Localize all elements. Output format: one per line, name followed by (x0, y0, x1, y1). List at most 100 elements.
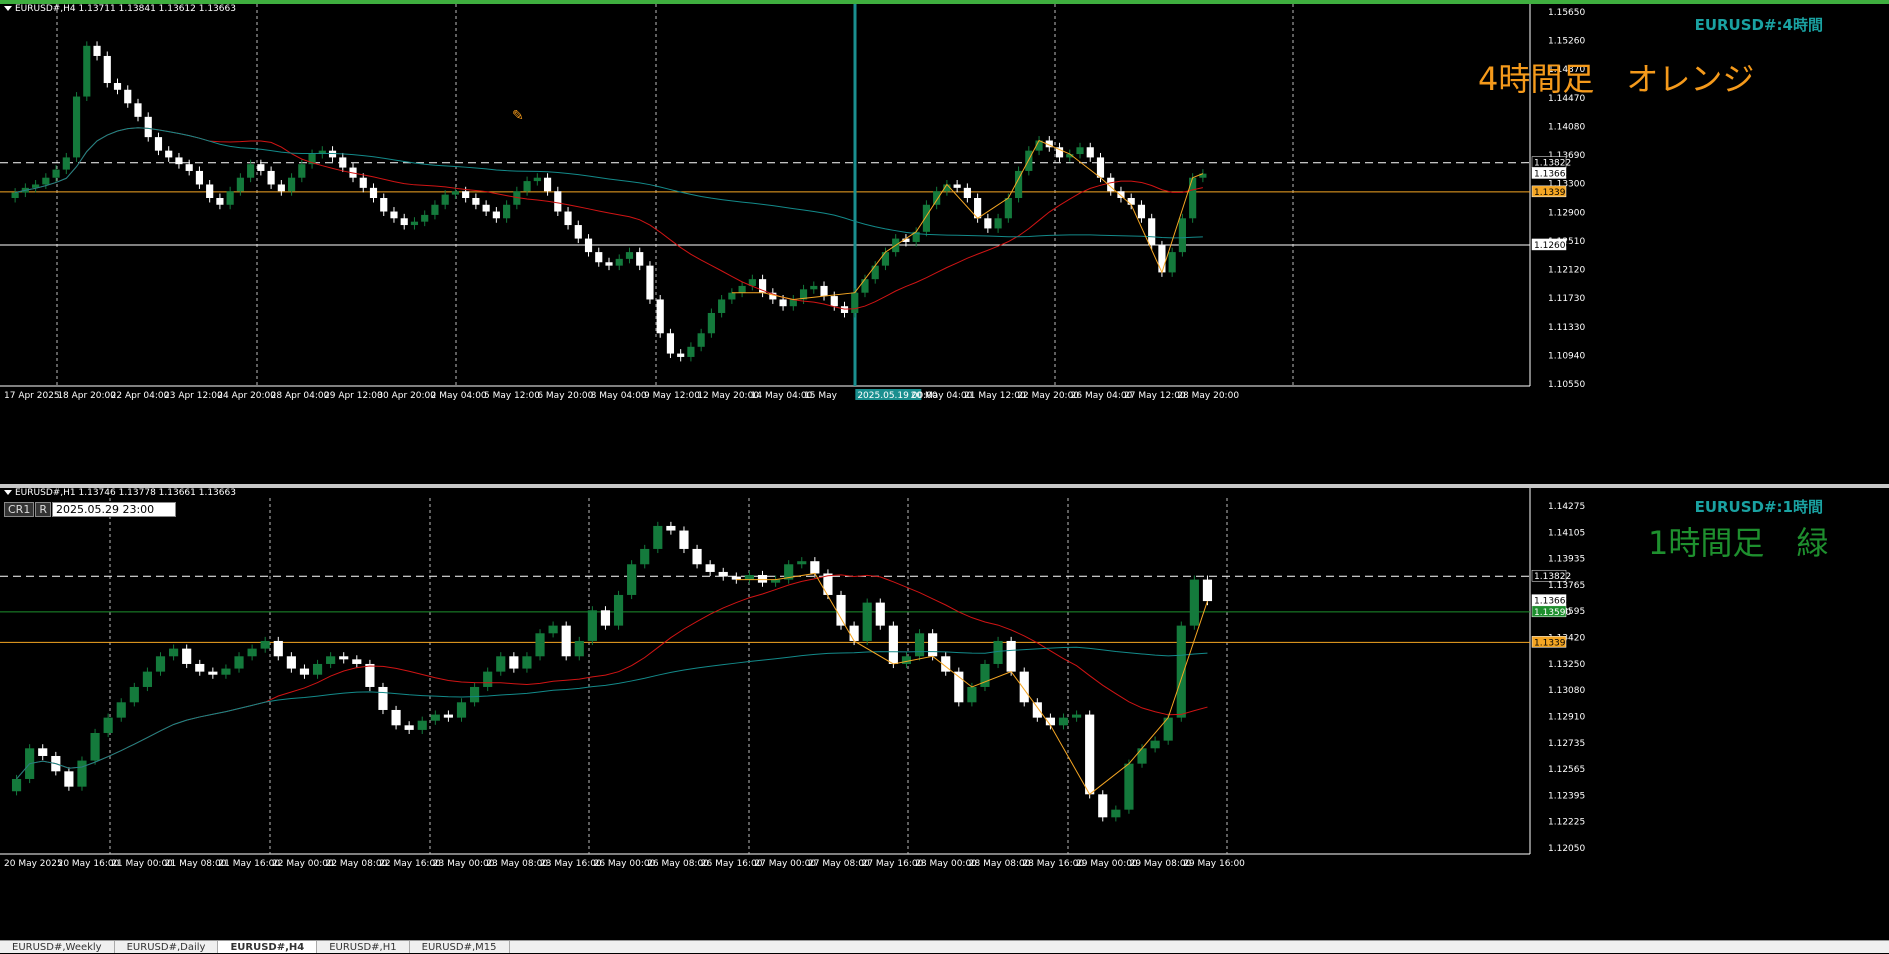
candle-body (656, 299, 664, 334)
candle-body (1111, 809, 1121, 818)
tab-m15[interactable]: EURUSD#,M15 (410, 941, 510, 953)
candle-body (90, 732, 100, 761)
candle-body (503, 204, 511, 219)
candle-body (646, 265, 654, 300)
candle-body (705, 564, 715, 572)
candle-body (492, 211, 500, 219)
collapse-triangle-icon[interactable] (4, 6, 12, 11)
tab-daily[interactable]: EURUSD#,Daily (115, 941, 219, 953)
collapse-triangle-icon[interactable] (4, 490, 12, 495)
candle-body (1032, 702, 1042, 718)
candle-body (595, 252, 603, 263)
candle-body (901, 656, 912, 664)
candle-body (339, 656, 349, 660)
candle-body (1072, 714, 1082, 718)
candle-body (1117, 191, 1125, 198)
candle-body (247, 164, 255, 178)
candle-body (52, 169, 60, 178)
candle-body (928, 633, 938, 657)
candle-body (62, 157, 70, 170)
candle-body (103, 717, 113, 733)
time-tick-label: 30 Apr 20:00 (377, 391, 436, 401)
h1-chart-panel[interactable]: 1.14275 1.14105 1.13935 1.13765 1.13595 1.134… (0, 488, 1889, 940)
candle-body (299, 668, 310, 675)
candle-body (543, 177, 552, 192)
candle-body (286, 656, 296, 669)
price-tick-label: 1.13765 (1548, 581, 1585, 591)
candle-body (820, 285, 828, 297)
tab-h4[interactable]: EURUSD#,H4 (218, 941, 318, 953)
candle-body (963, 187, 971, 198)
candle-body (967, 686, 977, 703)
candle-body (509, 656, 519, 669)
candle-body (677, 353, 685, 357)
candle-body (267, 170, 275, 185)
candle-body (312, 663, 323, 675)
candle-body (378, 686, 388, 710)
price-tick-label: 1.13935 (1548, 555, 1585, 565)
candle-body (862, 602, 872, 641)
h1-symbol-label: EURUSD#:1時間 (1694, 498, 1823, 516)
candle-body (404, 725, 414, 730)
candle-body (851, 292, 859, 313)
time-tick-label: 24 Apr 20:00 (217, 391, 276, 401)
candle-body (1096, 157, 1105, 178)
candle-body (93, 45, 101, 56)
price-tick-label: 1.15260 (1548, 37, 1585, 47)
candle-body (1085, 714, 1095, 795)
price-badge-label: 1.13391 (1534, 188, 1571, 198)
candle-body (391, 709, 401, 726)
candle-body (522, 656, 532, 669)
candle-body (1168, 252, 1176, 273)
candle-body (554, 191, 562, 212)
candle-body (155, 656, 166, 672)
candle-body (1076, 147, 1084, 155)
candle-body (421, 214, 429, 222)
time-tick-label: 28 Apr 04:00 (271, 391, 330, 401)
time-tick-label: 29 Apr 12:00 (324, 391, 383, 401)
candle-body (1127, 198, 1135, 205)
time-tick-label: 29 May 16:00 (1183, 859, 1245, 869)
candle-body (42, 177, 50, 185)
price-tick-label: 1.12225 (1548, 818, 1585, 828)
candle-body (221, 668, 231, 675)
candle-body (470, 686, 480, 703)
time-tick-label: 9 May 12:00 (644, 391, 700, 401)
candle-body (185, 164, 193, 171)
candle-body (417, 720, 427, 730)
candle-body (226, 191, 234, 205)
candle-body (369, 187, 378, 198)
tab-h1[interactable]: EURUSD#,H1 (317, 941, 410, 953)
h4-chart-panel[interactable]: 1.15650 1.15260 1.14870 1.14470 1.14080 1.136… (0, 4, 1889, 484)
price-tick-label: 1.12050 (1548, 844, 1585, 854)
candle-body (861, 279, 869, 293)
candle-body (1189, 177, 1197, 219)
price-tick-label: 1.10550 (1548, 380, 1585, 390)
candle-body (718, 299, 726, 313)
h4-chart-header: EURUSD#,H4 1.13711 1.13841 1.13612 1.136… (4, 4, 236, 14)
h1-chart-canvas[interactable]: 1.142751.141051.139351.137651.135951.134… (0, 488, 1889, 940)
candle-body (1158, 245, 1166, 273)
r-tag[interactable]: R (35, 502, 51, 517)
candle-body (83, 45, 91, 97)
candle-body (871, 265, 879, 280)
pencil-tool-icon[interactable]: ✎ (512, 108, 524, 124)
cr1-tag[interactable]: CR1 (4, 502, 35, 517)
price-badge-label: 1.13590 (1534, 608, 1571, 618)
candle-body (810, 285, 818, 290)
candle-body (400, 218, 408, 226)
candle-body (836, 594, 846, 626)
candle-body (1058, 717, 1069, 726)
price-badge-label: 1.12606 (1534, 241, 1571, 251)
time-tick-label: 23 Apr 12:00 (164, 391, 223, 401)
candle-body (1176, 625, 1186, 718)
price-tick-label: 1.10940 (1548, 351, 1585, 361)
candle-body (483, 671, 493, 687)
tab-weekly[interactable]: EURUSD#,Weekly (0, 941, 115, 953)
candle-body (260, 640, 270, 649)
candle-body (679, 530, 689, 549)
candle-body (496, 656, 506, 672)
candle-body (1098, 794, 1108, 818)
candle-body (277, 184, 285, 192)
h1-chart-header: EURUSD#,H1 1.13746 1.13778 1.13661 1.136… (4, 488, 236, 498)
